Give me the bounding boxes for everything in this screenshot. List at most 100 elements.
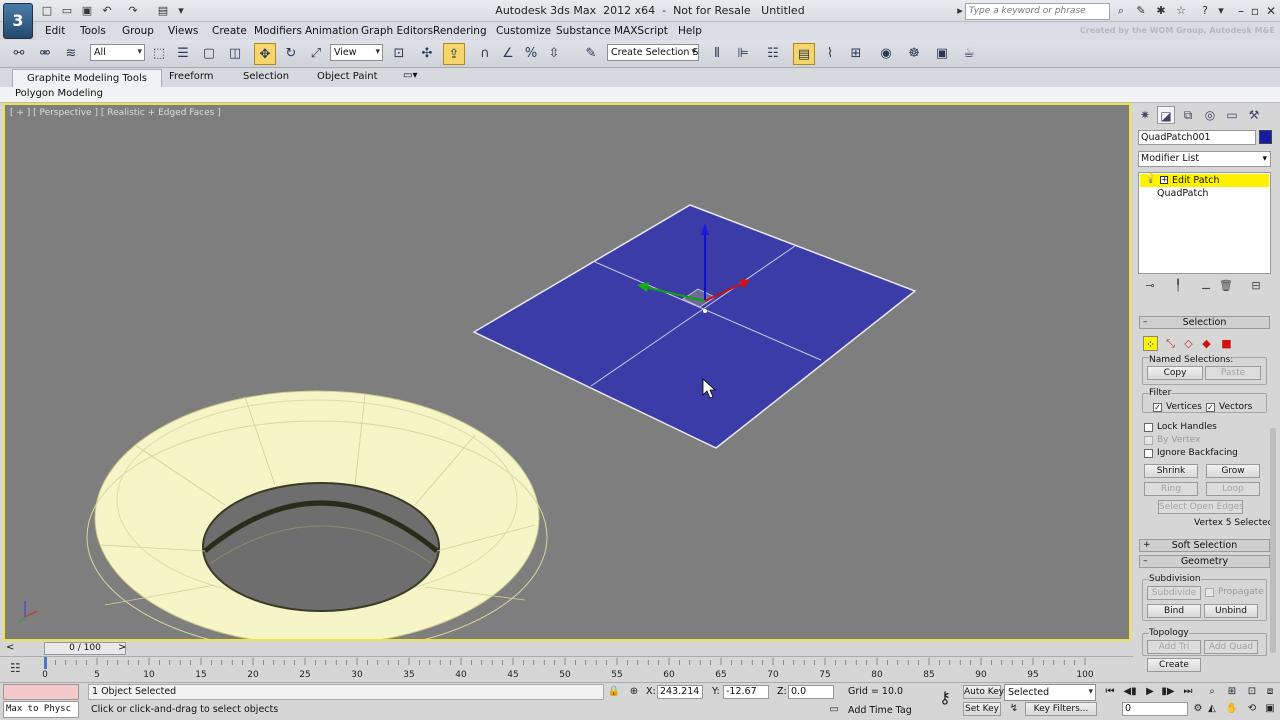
object-name-field[interactable]: QuadPatch001 [1138, 130, 1256, 145]
stack-item-quadpatch[interactable]: QuadPatch [1157, 188, 1208, 199]
perspective-viewport[interactable]: [ + ] [ Perspective ] [ Realistic + Edge… [3, 103, 1131, 641]
bind-button[interactable]: Bind [1147, 604, 1201, 618]
spinner-snap-icon[interactable]: ⇳ [543, 43, 565, 65]
mirror-icon[interactable]: ⫴ [706, 43, 728, 65]
current-frame-field[interactable]: 0 [1122, 702, 1188, 716]
maxscript-listener-output[interactable] [3, 684, 79, 700]
go-to-end-icon[interactable]: ⏭ [1180, 685, 1196, 699]
curve-editor-mini-icon[interactable]: ☷ [10, 661, 21, 675]
pan-view-icon[interactable]: ✋ [1224, 702, 1240, 716]
current-frame-marker[interactable] [44, 657, 47, 669]
key-filters-button[interactable]: Key Filters... [1025, 702, 1097, 716]
grow-button[interactable]: Grow [1206, 464, 1260, 478]
select-and-rotate-icon[interactable]: ↻ [280, 43, 302, 65]
pin-stack-icon[interactable]: ⊸ [1141, 279, 1159, 293]
viewport-label[interactable]: [ + ] [ Perspective ] [ Realistic + Edge… [10, 108, 221, 118]
set-key-button[interactable]: Set Key [963, 702, 1001, 716]
make-unique-icon[interactable]: ⚊ [1197, 279, 1215, 293]
close-icon[interactable]: ✕ [1262, 3, 1280, 19]
patch-level-icon[interactable]: ◆ [1199, 336, 1214, 351]
create-button[interactable]: Create [1147, 658, 1201, 672]
next-frame-icon[interactable]: ▮▶ [1160, 685, 1176, 699]
play-icon[interactable]: ▶ [1142, 685, 1158, 699]
percent-snap-icon[interactable]: % [520, 43, 542, 65]
select-object-icon[interactable]: ⬚ [148, 43, 170, 65]
render-setup-icon[interactable]: ☸ [903, 43, 925, 65]
set-key-mode-icon[interactable]: ⚷ [934, 690, 956, 706]
edge-level-icon[interactable]: ◇ [1181, 336, 1196, 351]
selection-lock-icon[interactable]: 🔒 [606, 685, 622, 699]
select-open-edges-button[interactable]: Select Open Edges [1158, 500, 1244, 514]
x-coordinate-field[interactable]: 243.214 [657, 685, 703, 699]
selection-filter-dropdown[interactable]: All [90, 44, 145, 61]
add-tri-button[interactable]: Add Tri [1147, 640, 1201, 654]
field-of-view-icon[interactable]: ◭ [1204, 702, 1220, 716]
z-coordinate-field[interactable]: 0.0 [788, 685, 834, 699]
pivot-center-icon[interactable]: ⊡ [388, 43, 410, 65]
time-slider-prev-icon[interactable]: < [6, 642, 14, 653]
copy-button[interactable]: Copy [1147, 366, 1203, 380]
help-dropdown-icon[interactable]: ▾ [1214, 4, 1228, 18]
element-level-icon[interactable]: ■ [1219, 336, 1234, 351]
undo-icon[interactable]: ↶ [100, 4, 114, 18]
absolute-mode-icon[interactable]: ⊕ [626, 685, 642, 699]
lightbulb-icon[interactable]: 💡 [1145, 174, 1156, 184]
window-crossing-icon[interactable]: ◫ [224, 43, 246, 65]
vectors-checkbox[interactable]: ✓ [1206, 403, 1215, 412]
vertices-checkbox[interactable]: ✓ [1153, 403, 1162, 412]
soft-selection-rollout-header[interactable]: + Soft Selection [1139, 539, 1270, 552]
torus-object[interactable] [86, 390, 548, 639]
menu-animation[interactable]: Animation [305, 25, 359, 37]
ignore-backfacing-checkbox[interactable] [1144, 449, 1153, 458]
reference-coordinate-dropdown[interactable]: View [330, 44, 383, 61]
previous-frame-icon[interactable]: ◀▮ [1122, 685, 1138, 699]
align-icon[interactable]: ⊫ [732, 43, 754, 65]
y-coordinate-field[interactable]: -12.67 [723, 685, 769, 699]
zoom-icon[interactable]: ⌕ [1204, 685, 1220, 699]
redo-icon[interactable]: ↷ [126, 4, 140, 18]
keyboard-shortcut-override-icon[interactable]: ⇪ [443, 43, 465, 65]
help-icon[interactable]: ? [1198, 4, 1212, 18]
time-slider[interactable]: 0 / 100 [44, 642, 126, 655]
menu-customize[interactable]: Customize [496, 25, 551, 37]
ribbon-tab-graphite[interactable]: Graphite Modeling Tools [12, 69, 162, 87]
handle-level-icon[interactable]: ⤡ [1163, 336, 1178, 351]
menu-graph-editors[interactable]: Graph Editors [361, 25, 433, 37]
add-time-tag[interactable]: Add Time Tag [848, 705, 912, 716]
propagate-checkbox[interactable] [1205, 588, 1214, 597]
snaps-toggle-icon[interactable]: ∩ [474, 43, 496, 65]
ribbon-tab-freeform[interactable]: Freeform [169, 71, 214, 82]
menu-edit[interactable]: Edit [45, 25, 65, 37]
loop-button[interactable]: Loop [1206, 482, 1260, 496]
selection-rollout-header[interactable]: – Selection [1139, 316, 1270, 329]
zoom-extents-all-icon[interactable]: ⧈ [1262, 685, 1278, 699]
search-input[interactable]: Type a keyword or phrase [965, 3, 1110, 20]
track-bar[interactable]: ☷ 0 5 10 15 20 25 30 35 40 45 50 55 60 65 70 75 80 85 90 95… [0, 656, 1133, 682]
object-color-swatch[interactable] [1259, 130, 1272, 144]
modifier-list-dropdown[interactable]: Modifier List [1138, 151, 1271, 167]
save-icon[interactable]: ▣ [80, 4, 94, 18]
ring-button[interactable]: Ring [1144, 482, 1198, 496]
material-editor-icon[interactable]: ◉ [875, 43, 897, 65]
communication-center-icon[interactable]: ✱ [1154, 4, 1168, 18]
maxscript-mini-listener[interactable]: Max to Physc [3, 701, 79, 718]
unbind-button[interactable]: Unbind [1204, 604, 1258, 618]
geometry-rollout-header[interactable]: – Geometry [1139, 555, 1270, 568]
add-quad-button[interactable]: Add Quad [1204, 640, 1258, 654]
manipulate-icon[interactable]: ✣ [416, 43, 438, 65]
display-tab-icon[interactable]: ▭ [1223, 106, 1241, 124]
hierarchy-tab-icon[interactable]: ⧉ [1179, 106, 1197, 124]
remove-modifier-icon[interactable]: 🗑 [1217, 279, 1235, 293]
lock-handles-checkbox[interactable] [1144, 423, 1153, 432]
favorites-icon[interactable]: ☆ [1174, 4, 1188, 18]
menu-help[interactable]: Help [678, 25, 702, 37]
curve-editor-icon[interactable]: ⌇ [819, 43, 841, 65]
create-tab-icon[interactable]: ✷ [1136, 106, 1154, 124]
viewport-scene[interactable] [5, 105, 1129, 639]
utilities-tab-icon[interactable]: ⚒ [1245, 106, 1263, 124]
vertex-level-icon[interactable]: ⁘ [1143, 336, 1158, 351]
rendered-frame-icon[interactable]: ▣ [931, 43, 953, 65]
project-folder-icon[interactable]: ▤ [156, 4, 170, 18]
expand-plus-icon[interactable]: + [1160, 176, 1168, 184]
show-end-result-icon[interactable]: ╿ [1169, 279, 1187, 293]
